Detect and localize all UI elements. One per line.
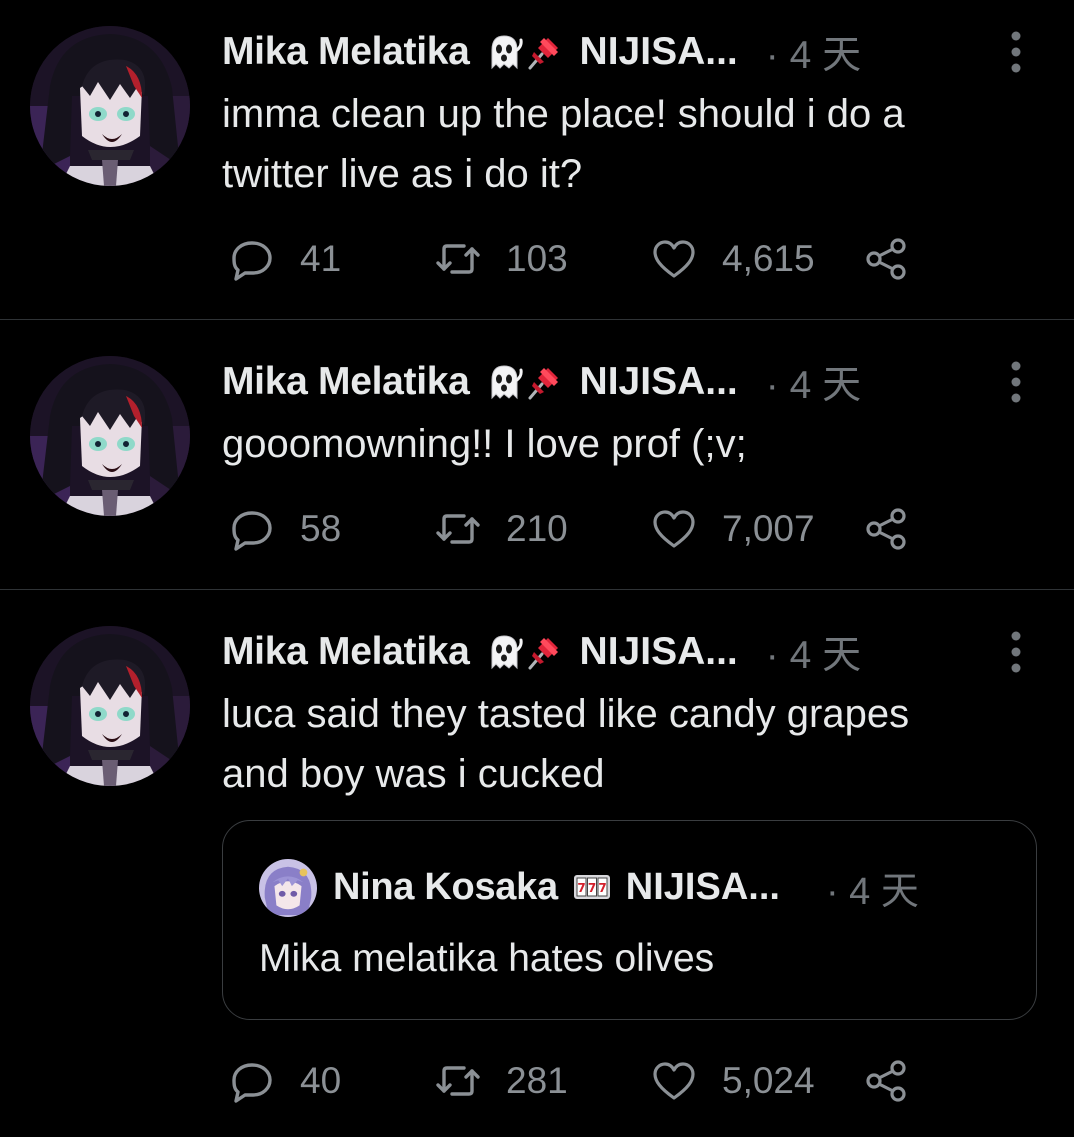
author-org-handle[interactable]: NIJISA... [580, 630, 738, 674]
quoted-tweet-card[interactable]: Nina Kosaka NIJISA... · 4 天 Mika melatik… [222, 820, 1037, 1020]
tweet-actions: 40 281 5,024 [228, 1056, 948, 1106]
avatar[interactable] [30, 626, 190, 786]
slot-machine-icon [572, 867, 612, 907]
pushpin-icon [524, 632, 564, 672]
retweet-button[interactable]: 281 [434, 1056, 568, 1106]
author-display-name[interactable]: Mika Melatika [222, 30, 470, 74]
like-button[interactable]: 5,024 [650, 1056, 815, 1106]
share-icon [862, 1057, 910, 1105]
tweet-text: luca said they tasted like candy grapes … [222, 684, 1014, 804]
avatar-image [30, 626, 190, 786]
like-button[interactable]: 7,007 [650, 504, 815, 554]
share-button[interactable] [862, 504, 910, 554]
quoted-author-display-name[interactable]: Nina Kosaka [333, 866, 558, 909]
tweet-text: gooomowning!! I love prof (;v; [222, 414, 1014, 474]
pushpin-icon [524, 32, 564, 72]
retweet-icon [434, 1057, 482, 1105]
tweet-text-line: imma clean up the place! should i do a [222, 92, 905, 136]
retweet-count: 210 [506, 508, 568, 549]
quoted-tweet-header: Nina Kosaka NIJISA... · 4 天 [333, 857, 919, 917]
avatar-image [30, 356, 190, 516]
share-icon [862, 505, 910, 553]
tweet-text-line: luca said they tasted like candy grapes [222, 692, 910, 736]
tweet-text-line: and boy was i cucked [222, 752, 605, 796]
reply-button[interactable]: 58 [228, 504, 341, 554]
share-button[interactable] [862, 1056, 910, 1106]
quoted-tweet-timestamp[interactable]: · 4 天 [826, 860, 919, 915]
tweet-text: imma clean up the place! should i do a t… [222, 84, 1014, 204]
tweet-actions: 58 210 7,007 [228, 504, 948, 554]
tweet[interactable]: Mika Melatika NIJISA... · 4 天 gooomownin… [0, 320, 1074, 590]
retweet-button[interactable]: 103 [434, 234, 568, 284]
avatar[interactable] [30, 26, 190, 186]
retweet-count: 103 [506, 238, 568, 279]
retweet-count: 281 [506, 1060, 568, 1101]
like-count: 4,615 [722, 238, 815, 279]
tweet-header: Mika Melatika NIJISA... · 4 天 [222, 352, 1034, 412]
tweet-actions: 41 103 4,615 [228, 234, 948, 284]
reply-count: 41 [300, 238, 342, 279]
more-options-icon[interactable] [1006, 630, 1026, 674]
ghost-icon [484, 632, 524, 672]
share-icon [862, 235, 910, 283]
heart-icon [650, 235, 698, 283]
retweet-icon [434, 505, 482, 553]
avatar-image [30, 26, 190, 186]
pushpin-icon [524, 362, 564, 402]
author-org-handle[interactable]: NIJISA... [580, 30, 738, 74]
ghost-icon [484, 32, 524, 72]
quoted-avatar[interactable] [259, 859, 317, 917]
quoted-avatar-image [259, 859, 317, 917]
author-org-handle[interactable]: NIJISA... [580, 360, 738, 404]
retweet-icon [434, 235, 482, 283]
tweet-header: Mika Melatika NIJISA... · 4 天 [222, 622, 1034, 682]
tweet-timestamp[interactable]: · 4 天 [766, 24, 861, 80]
heart-icon [650, 1057, 698, 1105]
reply-icon [228, 1057, 276, 1105]
avatar[interactable] [30, 356, 190, 516]
reply-button[interactable]: 41 [228, 234, 341, 284]
author-display-name[interactable]: Mika Melatika [222, 360, 470, 404]
quoted-author-org-handle[interactable]: NIJISA... [626, 866, 780, 909]
like-count: 5,024 [722, 1060, 815, 1101]
more-options-icon[interactable] [1006, 30, 1026, 74]
reply-count: 40 [300, 1060, 342, 1101]
author-display-name[interactable]: Mika Melatika [222, 630, 470, 674]
tweet-header: Mika Melatika NIJISA... · 4 天 [222, 22, 1034, 82]
heart-icon [650, 505, 698, 553]
reply-icon [228, 505, 276, 553]
share-button[interactable] [862, 234, 910, 284]
reply-button[interactable]: 40 [228, 1056, 341, 1106]
tweet-text-line: gooomowning!! I love prof (;v; [222, 422, 747, 466]
retweet-button[interactable]: 210 [434, 504, 568, 554]
reply-count: 58 [300, 508, 342, 549]
tweet-timestamp[interactable]: · 4 天 [766, 624, 861, 680]
ghost-icon [484, 362, 524, 402]
quoted-tweet-text: Mika melatika hates olives [259, 937, 715, 980]
tweet-timestamp[interactable]: · 4 天 [766, 354, 861, 410]
reply-icon [228, 235, 276, 283]
tweet[interactable]: Mika Melatika NIJISA... · 4 天 imma clean… [0, 0, 1074, 320]
like-button[interactable]: 4,615 [650, 234, 815, 284]
more-options-icon[interactable] [1006, 360, 1026, 404]
tweet-text-line: twitter live as i do it? [222, 152, 583, 196]
like-count: 7,007 [722, 508, 815, 549]
